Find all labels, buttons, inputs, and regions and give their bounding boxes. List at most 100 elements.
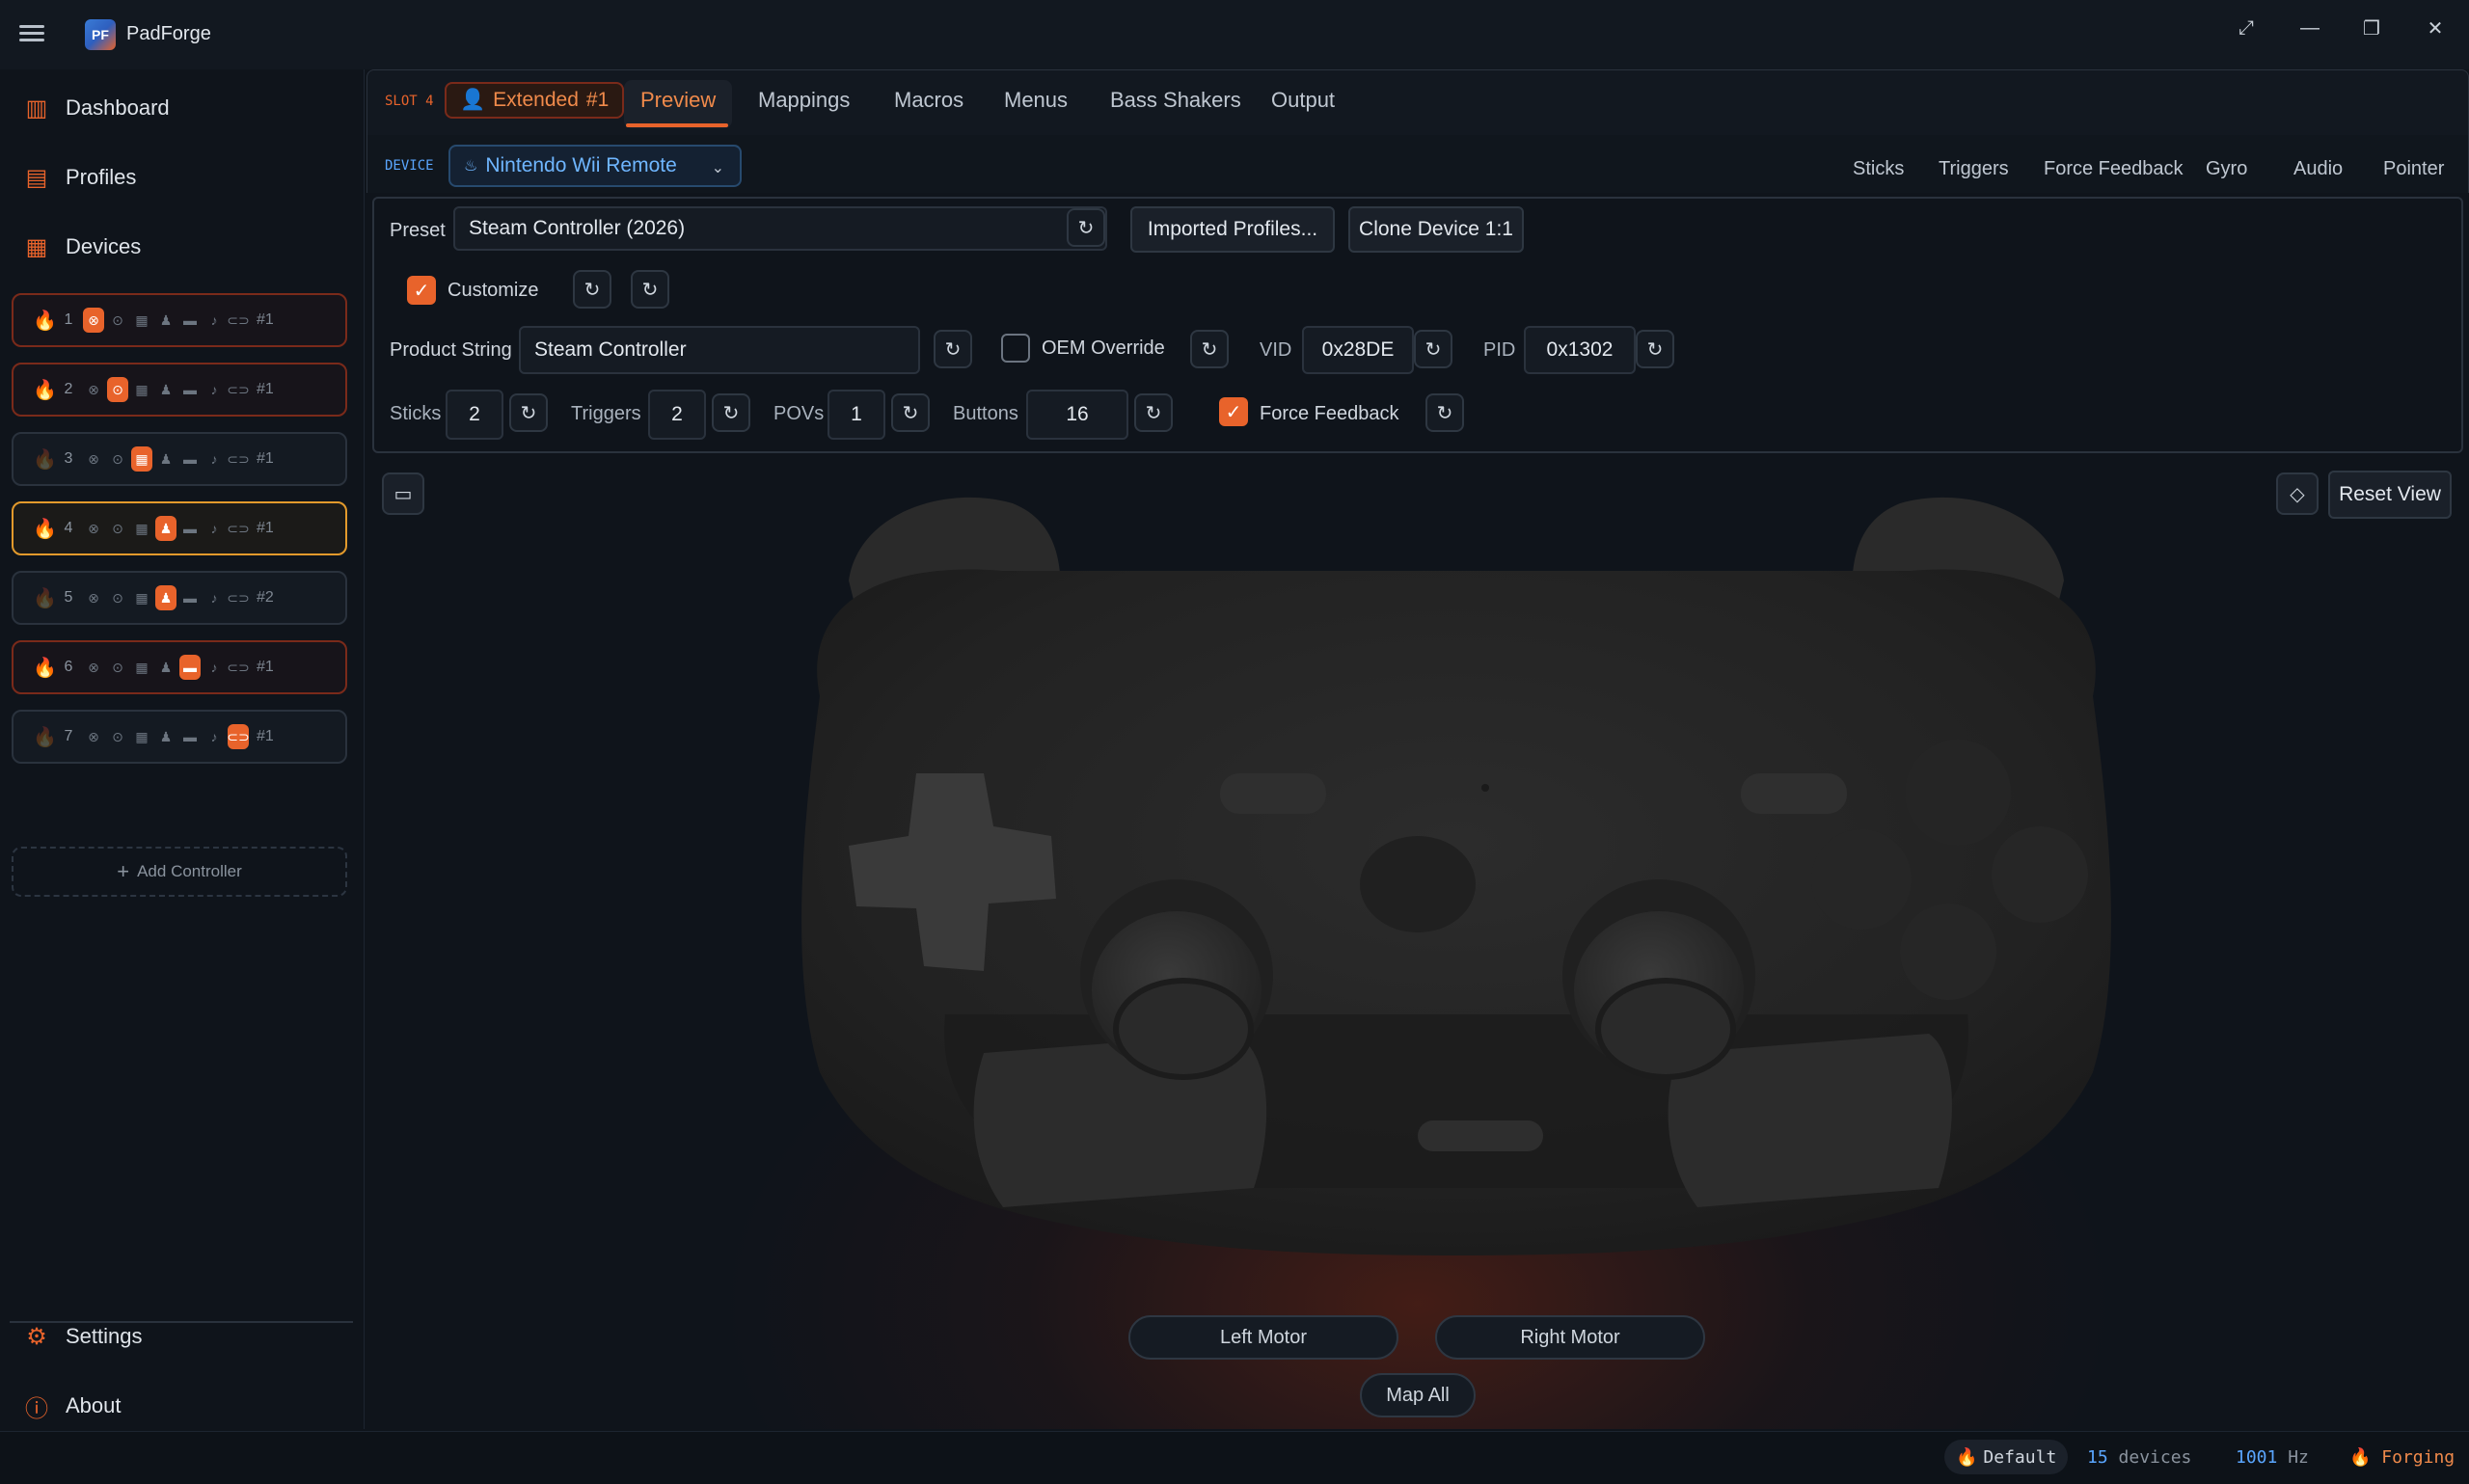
gamepad-icon[interactable]: ⊂⊃: [227, 724, 250, 749]
subtab-triggers[interactable]: Triggers: [1939, 158, 2009, 180]
music-icon[interactable]: ♪: [203, 377, 225, 402]
playstation-icon[interactable]: ⊙: [107, 724, 128, 749]
sidebar-item-settings[interactable]: ⚙ Settings: [23, 1315, 142, 1358]
home-button[interactable]: [1360, 836, 1476, 932]
playstation-icon[interactable]: ⊙: [107, 308, 128, 333]
switch-icon[interactable]: ▦: [131, 308, 152, 333]
select-button[interactable]: [1220, 773, 1326, 814]
subtab-sticks[interactable]: Sticks: [1853, 158, 1904, 180]
music-icon[interactable]: ♪: [203, 308, 225, 333]
controller-slot[interactable]: 🔥 1 ⊗ ⊙ ▦ ♟ ▬ ♪ ⊂⊃ #1: [12, 293, 347, 347]
switch-icon[interactable]: ▦: [131, 724, 152, 749]
subtab-force-feedback[interactable]: Force Feedback: [2044, 158, 2184, 180]
tab-preview[interactable]: Preview: [640, 88, 716, 113]
music-icon[interactable]: ♪: [203, 516, 225, 541]
xbox-icon[interactable]: ⊗: [83, 724, 104, 749]
xbox-icon[interactable]: ⊗: [83, 377, 104, 402]
extended-badge[interactable]: 👤 Extended #1: [445, 82, 625, 119]
close-button[interactable]: ✕: [2411, 8, 2459, 48]
person-icon[interactable]: ♟: [155, 585, 176, 610]
vid-reset-icon[interactable]: ↻: [1414, 330, 1452, 368]
music-icon[interactable]: ♪: [203, 585, 225, 610]
add-controller-button[interactable]: + Add Controller: [12, 847, 347, 897]
person-icon[interactable]: ♟: [155, 377, 176, 402]
switch-icon[interactable]: ▦: [131, 446, 152, 472]
center-bottom-button[interactable]: [1418, 1120, 1543, 1151]
tab-macros[interactable]: Macros: [894, 88, 963, 113]
playstation-icon[interactable]: ⊙: [107, 585, 128, 610]
povs-reset-icon[interactable]: ↻: [891, 393, 930, 432]
playstation-icon[interactable]: ⊙: [107, 516, 128, 541]
map-all-button[interactable]: Map All: [1360, 1373, 1476, 1417]
switch-icon[interactable]: ▦: [131, 585, 152, 610]
gamepad-icon[interactable]: ⊂⊃: [227, 585, 249, 610]
gamepad-icon[interactable]: ⊂⊃: [227, 655, 249, 680]
sticks-reset-icon[interactable]: ↻: [509, 393, 548, 432]
subtab-gyro[interactable]: Gyro: [2206, 158, 2247, 180]
tag-icon[interactable]: ◇: [2276, 472, 2319, 515]
oem-override-checkbox[interactable]: [1001, 334, 1030, 363]
povs-input[interactable]: 1: [828, 390, 885, 440]
triggers-reset-icon[interactable]: ↻: [712, 393, 750, 432]
switch-icon[interactable]: ▦: [131, 655, 152, 680]
pid-reset-icon[interactable]: ↻: [1636, 330, 1674, 368]
controller-slot[interactable]: 🔥 3 ⊗ ⊙ ▦ ♟ ▬ ♪ ⊂⊃ #1: [12, 432, 347, 486]
buttons-input[interactable]: 16: [1026, 390, 1128, 440]
keyboard-icon[interactable]: ▬: [179, 516, 201, 541]
controller-slot[interactable]: 🔥 5 ⊗ ⊙ ▦ ♟ ▬ ♪ ⊂⊃ #2: [12, 571, 347, 625]
person-icon[interactable]: ♟: [155, 308, 176, 333]
playstation-icon[interactable]: ⊙: [107, 446, 128, 472]
force-feedback-checkbox[interactable]: ✓: [1219, 397, 1248, 426]
music-icon[interactable]: ♪: [203, 724, 225, 749]
tab-output[interactable]: Output: [1271, 88, 1335, 113]
gamepad-icon[interactable]: ⊂⊃: [227, 308, 249, 333]
start-button[interactable]: [1741, 773, 1847, 814]
customize-reset-icon[interactable]: ↻: [573, 270, 611, 309]
profile-status-pill[interactable]: 🔥 Default: [1944, 1440, 2069, 1474]
gamepad-icon[interactable]: ⊂⊃: [227, 446, 249, 472]
face-button-bottom[interactable]: [1900, 904, 1996, 1000]
oem-override-reset-icon[interactable]: ↻: [1190, 330, 1229, 368]
playstation-icon[interactable]: ⊙: [107, 377, 128, 402]
imported-profiles-button[interactable]: Imported Profiles...: [1130, 206, 1335, 253]
person-icon[interactable]: ♟: [155, 516, 176, 541]
tab-mappings[interactable]: Mappings: [758, 88, 850, 113]
face-button-left[interactable]: [1811, 829, 1912, 930]
sidebar-item-about[interactable]: ⓘ About: [23, 1385, 122, 1427]
view-toggle-icon[interactable]: ▭: [382, 472, 424, 515]
keyboard-icon[interactable]: ▬: [179, 446, 201, 472]
gamepad-icon[interactable]: ⊂⊃: [227, 377, 249, 402]
right-motor-button[interactable]: Right Motor: [1435, 1315, 1705, 1360]
switch-icon[interactable]: ▦: [131, 516, 152, 541]
xbox-icon[interactable]: ⊗: [83, 585, 104, 610]
xbox-icon[interactable]: ⊗: [83, 446, 104, 472]
product-string-reset-icon[interactable]: ↻: [934, 330, 972, 368]
tab-menus[interactable]: Menus: [1004, 88, 1068, 113]
xbox-icon[interactable]: ⊗: [83, 308, 104, 333]
switch-icon[interactable]: ▦: [131, 377, 152, 402]
music-icon[interactable]: ♪: [203, 655, 225, 680]
force-feedback-reset-icon[interactable]: ↻: [1425, 393, 1464, 432]
sidebar-item-dashboard[interactable]: ▥ Dashboard: [23, 87, 170, 129]
buttons-reset-icon[interactable]: ↻: [1134, 393, 1173, 432]
sidebar-item-devices[interactable]: ▦ Devices: [23, 226, 142, 268]
face-button-top[interactable]: [1905, 740, 2011, 846]
person-icon[interactable]: ♟: [155, 655, 176, 680]
hamburger-menu-icon[interactable]: [19, 21, 48, 48]
subtab-audio[interactable]: Audio: [2293, 158, 2343, 180]
xbox-icon[interactable]: ⊗: [83, 655, 104, 680]
minimize-button[interactable]: —: [2286, 8, 2334, 48]
xbox-icon[interactable]: ⊗: [83, 516, 104, 541]
person-icon[interactable]: ♟: [155, 724, 176, 749]
subtab-pointer[interactable]: Pointer: [2383, 158, 2444, 180]
person-icon[interactable]: ♟: [155, 446, 176, 472]
left-motor-button[interactable]: Left Motor: [1128, 1315, 1398, 1360]
customize-checkbox[interactable]: ✓: [407, 276, 436, 305]
preset-select[interactable]: Steam Controller (2026) ⌄: [453, 206, 1107, 251]
expand-icon[interactable]: ⤢: [2222, 8, 2270, 48]
triggers-input[interactable]: 2: [648, 390, 706, 440]
preset-reset-icon[interactable]: ↻: [1067, 208, 1105, 247]
clone-device-button[interactable]: Clone Device 1:1: [1348, 206, 1524, 253]
sticks-input[interactable]: 2: [446, 390, 503, 440]
keyboard-icon[interactable]: ▬: [179, 585, 201, 610]
